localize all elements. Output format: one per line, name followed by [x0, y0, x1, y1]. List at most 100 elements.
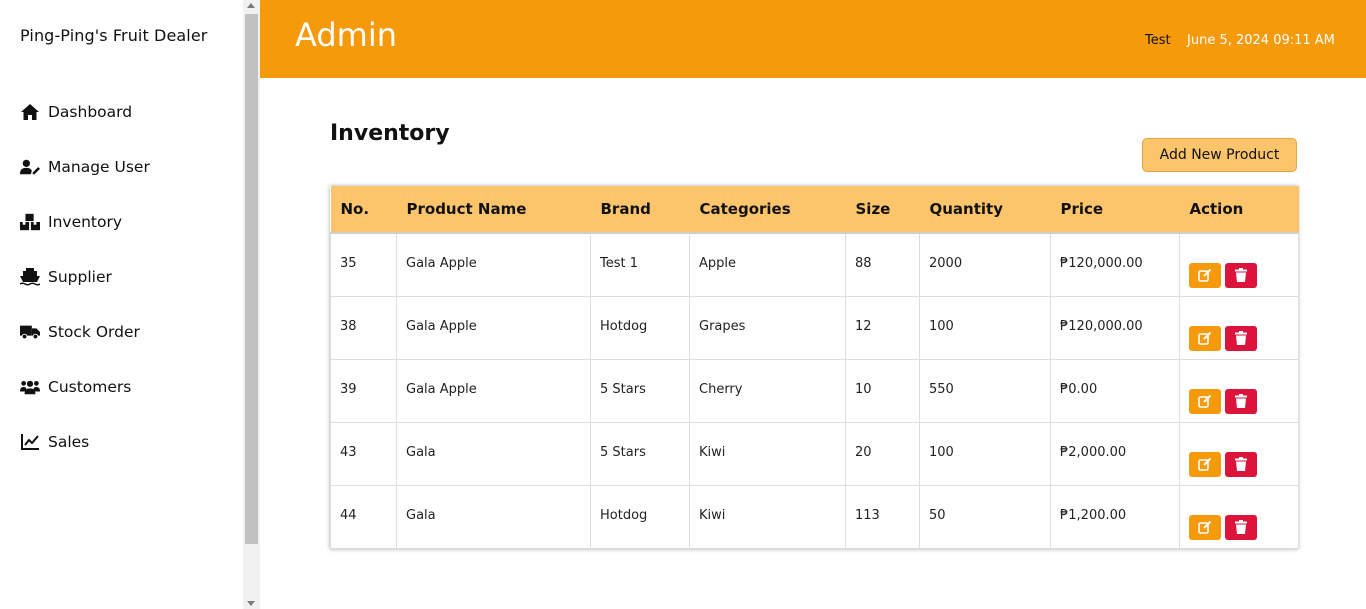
delete-button[interactable]: [1225, 451, 1257, 477]
header-datetime: June 5, 2024 09:11 AM: [1187, 33, 1335, 48]
delete-button[interactable]: [1225, 388, 1257, 414]
users-icon: [20, 377, 40, 397]
cell-product-name: Gala: [396, 421, 591, 486]
sidebar-scrollbar[interactable]: [243, 0, 260, 609]
edit-button[interactable]: [1189, 514, 1221, 540]
cell-action: [1179, 358, 1299, 423]
table-row: 35 Gala Apple Test 1 Apple 88 2000 ₱120,…: [330, 232, 1299, 297]
sidebar-item-label: Supplier: [48, 267, 112, 286]
inventory-table: No. Product Name Brand Categories Size Q…: [330, 186, 1299, 549]
sidebar-item-inventory[interactable]: Inventory: [0, 194, 243, 249]
cell-price: ₱120,000.00: [1050, 232, 1180, 297]
column-header: Brand: [600, 200, 651, 218]
cell-no: 38: [330, 295, 397, 360]
cell-price: ₱0.00: [1050, 358, 1180, 423]
cell-product-name: Gala Apple: [396, 295, 591, 360]
trash-icon: [1235, 331, 1247, 345]
edit-icon: [1198, 268, 1212, 282]
sidebar-item-customers[interactable]: Customers: [0, 359, 243, 414]
cell-quantity: 2000: [919, 232, 1051, 297]
edit-icon: [1198, 520, 1212, 534]
sidebar-item-supplier[interactable]: Supplier: [0, 249, 243, 304]
cell-no: 44: [330, 484, 397, 549]
sidebar-item-stock-order[interactable]: Stock Order: [0, 304, 243, 359]
cell-category: Grapes: [689, 295, 846, 360]
cell-size: 88: [845, 232, 920, 297]
delete-button[interactable]: [1225, 325, 1257, 351]
add-new-product-button[interactable]: Add New Product: [1142, 138, 1297, 172]
cell-quantity: 50: [919, 484, 1051, 549]
sidebar-item-sales[interactable]: Sales: [0, 414, 243, 469]
line-chart-icon: [20, 432, 40, 452]
sidebar-nav: Dashboard Manage User Inventory Supplier…: [0, 84, 243, 469]
cell-category: Apple: [689, 232, 846, 297]
column-header: Action: [1189, 200, 1244, 218]
cell-action: [1179, 232, 1299, 297]
sidebar-item-dashboard[interactable]: Dashboard: [0, 84, 243, 139]
cell-price: ₱1,200.00: [1050, 484, 1180, 549]
cell-no: 35: [330, 232, 397, 297]
cell-no: 39: [330, 358, 397, 423]
edit-button[interactable]: [1189, 262, 1221, 288]
edit-icon: [1198, 457, 1212, 471]
cell-brand: Test 1: [590, 232, 690, 297]
cell-category: Kiwi: [689, 484, 846, 549]
header-username: Test: [1145, 33, 1171, 48]
scroll-up-arrow-icon[interactable]: [247, 3, 255, 8]
edit-button[interactable]: [1189, 325, 1221, 351]
sidebar-item-manage-user[interactable]: Manage User: [0, 139, 243, 194]
cell-product-name: Gala: [396, 484, 591, 549]
sidebar-item-label: Manage User: [48, 157, 150, 176]
trash-icon: [1235, 394, 1247, 408]
cell-size: 20: [845, 421, 920, 486]
truck-icon: [20, 322, 40, 342]
delete-button[interactable]: [1225, 514, 1257, 540]
cell-category: Cherry: [689, 358, 846, 423]
cell-size: 12: [845, 295, 920, 360]
table-row: 38 Gala Apple Hotdog Grapes 12 100 ₱120,…: [330, 295, 1299, 360]
sidebar-item-label: Inventory: [48, 212, 123, 231]
table-row: 39 Gala Apple 5 Stars Cherry 10 550 ₱0.0…: [330, 358, 1299, 423]
cell-price: ₱2,000.00: [1050, 421, 1180, 486]
brand-name: Ping-Ping's Fruit Dealer: [20, 26, 208, 45]
cell-action: [1179, 484, 1299, 549]
cell-size: 113: [845, 484, 920, 549]
trash-icon: [1235, 268, 1247, 282]
page-title: Inventory: [330, 121, 450, 146]
column-header: Price: [1060, 200, 1104, 218]
cell-product-name: Gala Apple: [396, 232, 591, 297]
column-header: Product Name: [406, 200, 527, 218]
table-row: 44 Gala Hotdog Kiwi 113 50 ₱1,200.00: [330, 484, 1299, 549]
edit-icon: [1198, 331, 1212, 345]
cell-product-name: Gala Apple: [396, 358, 591, 423]
edit-button[interactable]: [1189, 388, 1221, 414]
cell-no: 43: [330, 421, 397, 486]
edit-button[interactable]: [1189, 451, 1221, 477]
scroll-down-arrow-icon[interactable]: [247, 601, 255, 606]
delete-button[interactable]: [1225, 262, 1257, 288]
table-row: 43 Gala 5 Stars Kiwi 20 100 ₱2,000.00: [330, 421, 1299, 486]
user-pen-icon: [20, 157, 40, 177]
boxes-icon: [20, 212, 40, 232]
ship-icon: [20, 267, 40, 287]
table-header-row: No. Product Name Brand Categories Size Q…: [330, 186, 1299, 233]
trash-icon: [1235, 457, 1247, 471]
cell-size: 10: [845, 358, 920, 423]
cell-brand: Hotdog: [590, 295, 690, 360]
sidebar-item-label: Stock Order: [48, 322, 140, 341]
cell-brand: Hotdog: [590, 484, 690, 549]
sidebar-item-label: Customers: [48, 377, 132, 396]
cell-quantity: 100: [919, 421, 1051, 486]
sidebar-item-label: Dashboard: [48, 102, 133, 121]
column-header: No.: [340, 200, 370, 218]
column-header: Quantity: [929, 200, 1004, 218]
scroll-thumb[interactable]: [245, 14, 258, 544]
sidebar: Ping-Ping's Fruit Dealer Dashboard Manag…: [0, 0, 243, 609]
cell-quantity: 550: [919, 358, 1051, 423]
cell-brand: 5 Stars: [590, 358, 690, 423]
cell-action: [1179, 295, 1299, 360]
cell-quantity: 100: [919, 295, 1051, 360]
cell-brand: 5 Stars: [590, 421, 690, 486]
cell-action: [1179, 421, 1299, 486]
edit-icon: [1198, 394, 1212, 408]
